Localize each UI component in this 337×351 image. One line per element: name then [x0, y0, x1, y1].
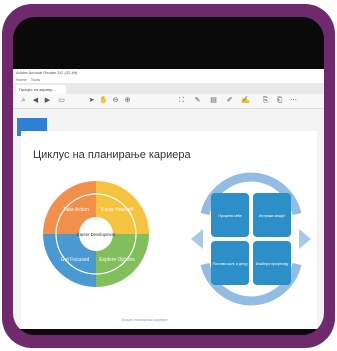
fit-page-icon[interactable]: ⛶ — [177, 96, 186, 105]
more-icon[interactable]: ⋯ — [289, 96, 298, 105]
wheel-center-label: Career Development — [77, 232, 116, 237]
wheel-label-explore-options: Explore Options — [99, 257, 135, 263]
cycle-box-label: Постави циљ и делуј — [213, 262, 248, 266]
zoom-in-icon[interactable]: ⊕ — [123, 96, 132, 105]
highlight-icon[interactable]: ▤ — [209, 96, 218, 105]
device-frame: Adobe Acrobat Reader DC (32-bit) Home To… — [2, 4, 335, 348]
menu-item-tools[interactable]: Tools — [31, 77, 40, 82]
slide-title: Циклус на планирање кариера — [33, 149, 191, 161]
select-cursor-icon[interactable]: ➤ — [87, 96, 96, 105]
cycle-diagram: Процена себе Истражи опције Изабери проф… — [191, 172, 311, 306]
wheel-label-know-yourself: Know Yourself — [101, 207, 133, 213]
hand-tool-icon[interactable]: ✋ — [99, 96, 108, 105]
prev-icon[interactable]: ◀ — [31, 96, 40, 105]
slide-page: Циклус на планирање кариера Take Action … — [21, 131, 317, 329]
app-window: Adobe Acrobat Reader DC (32-bit) Home To… — [13, 69, 324, 329]
zoom-out-icon[interactable]: ⊖ — [111, 96, 120, 105]
toolbar: ⌕ ◀ ▶ ▭ ➤ ✋ ⊖ ⊕ ⛶ ✎ ▤ ✐ ✍ ⎘ ⎗ ⋯ — [13, 94, 324, 109]
search-icon[interactable]: ⌕ — [19, 96, 28, 105]
tab-bar: Процес на кариер... — [13, 83, 324, 94]
screen-bezel: Adobe Acrobat Reader DC (32-bit) Home To… — [13, 17, 324, 335]
window-title: Adobe Acrobat Reader DC (32-bit) — [13, 69, 324, 77]
cycle-box-label: Истражи опције — [259, 214, 285, 218]
cycle-box-label: Изабери професију — [256, 262, 289, 266]
pen-icon[interactable]: ✐ — [225, 96, 234, 105]
stamp-icon[interactable]: ⎗ — [275, 96, 284, 105]
document-tab[interactable]: Процес на кариер... — [16, 85, 66, 94]
arrow-left-icon — [191, 229, 203, 249]
slide-caption: Процес планирања каријере — [121, 318, 168, 322]
career-wheel: Take Action Know Yourself Explore Option… — [43, 181, 149, 287]
next-icon[interactable]: ▶ — [43, 96, 52, 105]
cycle-box-label: Процена себе — [218, 214, 241, 218]
menu-item-home[interactable]: Home — [16, 77, 27, 82]
bottom-bezel — [13, 329, 324, 335]
draw-icon[interactable]: ✍ — [241, 96, 250, 105]
arrow-right-icon — [299, 229, 311, 249]
page-number-field[interactable]: ▭ — [57, 96, 66, 105]
wheel-label-get-focused: Get Focused — [61, 257, 90, 263]
signature-icon[interactable]: ⎘ — [261, 96, 270, 105]
wheel-label-take-action: Take Action — [63, 207, 89, 213]
comment-icon[interactable]: ✎ — [193, 96, 202, 105]
